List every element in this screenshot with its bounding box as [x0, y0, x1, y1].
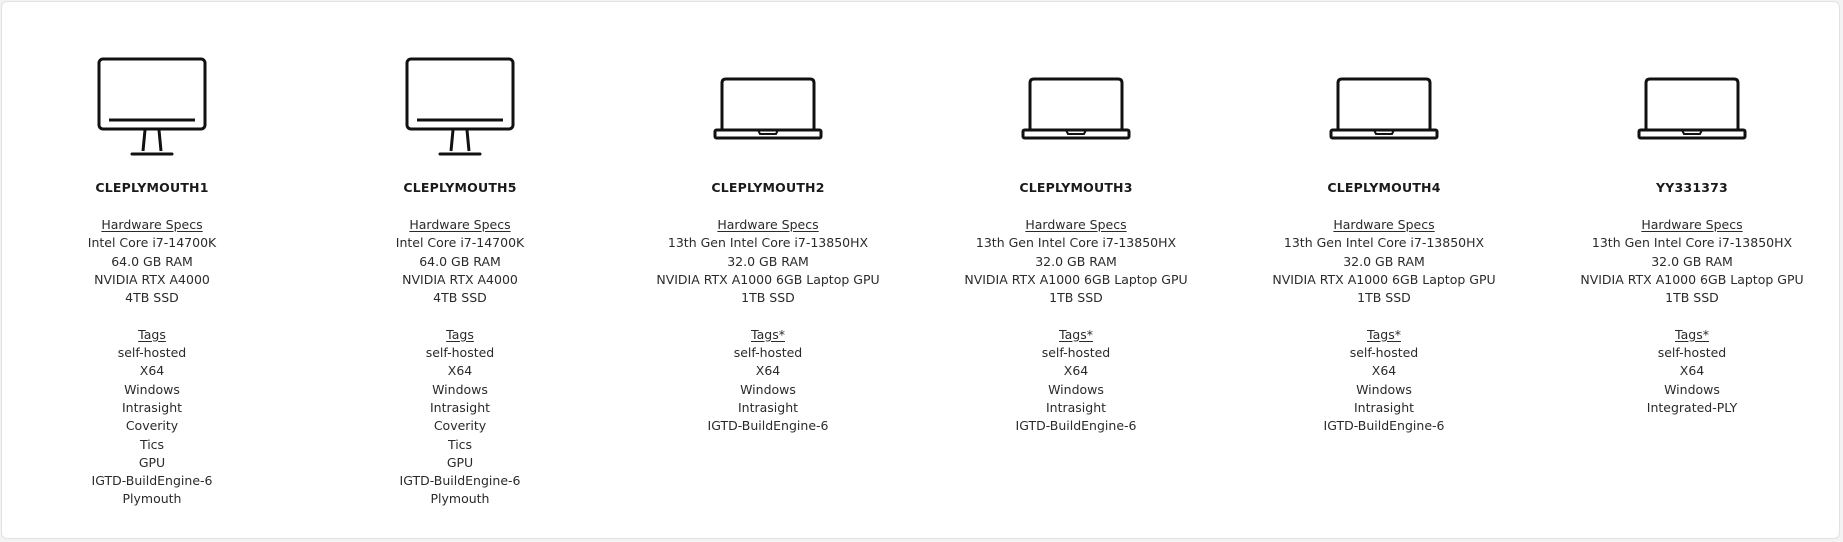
machine-info: Hardware Specs Intel Core i7-14700K 64.0…	[330, 216, 590, 509]
tag-item: Intrasight	[429, 399, 491, 415]
tag-item: Intrasight	[1045, 399, 1107, 415]
tag-item: IGTD-BuildEngine-6	[1323, 418, 1445, 434]
spec-storage: 1TB SSD	[741, 290, 795, 306]
hardware-specs-heading: Hardware Specs	[717, 217, 819, 232]
hardware-specs-heading: Hardware Specs	[1641, 217, 1743, 232]
machine-name: CLEPLYMOUTH3	[1019, 180, 1133, 195]
tag-item: self-hosted	[425, 345, 495, 361]
laptop-icon	[946, 77, 1206, 142]
tag-item: Tics	[139, 436, 165, 452]
spec-storage: 1TB SSD	[1357, 290, 1411, 306]
tags-heading: Tags	[446, 326, 474, 342]
tag-item: IGTD-BuildEngine-6	[707, 418, 829, 434]
tag-item: Windows	[124, 381, 180, 397]
tag-item: X64	[1371, 363, 1397, 379]
spec-ram: 32.0 GB RAM	[727, 253, 809, 269]
desktop-monitor-icon	[22, 57, 282, 159]
laptop-icon	[1562, 77, 1822, 142]
machine-name: YY331373	[1656, 180, 1728, 195]
tag-item: X64	[1679, 363, 1705, 379]
spec-storage: 1TB SSD	[1665, 290, 1719, 306]
tag-item: Windows	[740, 381, 796, 397]
machine-name: CLEPLYMOUTH5	[403, 180, 517, 195]
spec-storage: 4TB SSD	[433, 290, 487, 306]
tags-heading: Tags*	[1675, 326, 1709, 342]
tag-item: Windows	[1356, 381, 1412, 397]
spec-gpu: NVIDIA RTX A4000	[94, 271, 210, 287]
tag-item: Windows	[1048, 381, 1104, 397]
hardware-specs-heading: Hardware Specs	[101, 217, 203, 232]
spec-gpu: NVIDIA RTX A1000 6GB Laptop GPU	[964, 271, 1188, 287]
laptop-icon	[638, 77, 898, 142]
tag-item: Plymouth	[430, 491, 490, 507]
tags-heading: Tags*	[1059, 326, 1093, 342]
desktop-monitor-icon	[330, 57, 590, 159]
tag-item: Windows	[432, 381, 488, 397]
tag-item: Integrated-PLY	[1646, 399, 1738, 415]
spec-cpu: 13th Gen Intel Core i7-13850HX	[667, 235, 869, 251]
machine-info: Hardware Specs 13th Gen Intel Core i7-13…	[638, 216, 898, 436]
tag-item: self-hosted	[1041, 345, 1111, 361]
tag-item: Intrasight	[737, 399, 799, 415]
spec-storage: 4TB SSD	[125, 290, 179, 306]
tag-item: IGTD-BuildEngine-6	[91, 473, 213, 489]
tag-item: Coverity	[433, 418, 487, 434]
spec-gpu: NVIDIA RTX A4000	[402, 271, 518, 287]
tag-item: self-hosted	[1657, 345, 1727, 361]
machine-info: Hardware Specs 13th Gen Intel Core i7-13…	[946, 216, 1206, 436]
tag-item: Windows	[1664, 381, 1720, 397]
tag-item: Intrasight	[1353, 399, 1415, 415]
machines-panel: CLEPLYMOUTH1 Hardware Specs Intel Core i…	[1, 1, 1840, 539]
tag-item: X64	[755, 363, 781, 379]
tags-heading: Tags*	[751, 326, 785, 342]
spec-storage: 1TB SSD	[1049, 290, 1103, 306]
spec-gpu: NVIDIA RTX A1000 6GB Laptop GPU	[1272, 271, 1496, 287]
spec-cpu: 13th Gen Intel Core i7-13850HX	[975, 235, 1177, 251]
tag-item: self-hosted	[1349, 345, 1419, 361]
tag-item: Tics	[447, 436, 473, 452]
tags-heading: Tags	[138, 326, 166, 342]
machine-name: CLEPLYMOUTH4	[1327, 180, 1441, 195]
spec-cpu: 13th Gen Intel Core i7-13850HX	[1591, 235, 1793, 251]
tag-item: GPU	[446, 454, 474, 470]
spec-ram: 64.0 GB RAM	[111, 253, 193, 269]
hardware-specs-heading: Hardware Specs	[409, 217, 511, 232]
machine-name: CLEPLYMOUTH1	[95, 180, 209, 195]
spec-gpu: NVIDIA RTX A1000 6GB Laptop GPU	[656, 271, 880, 287]
spec-cpu: Intel Core i7-14700K	[87, 235, 217, 251]
tag-item: Coverity	[125, 418, 179, 434]
machine-name: CLEPLYMOUTH2	[711, 180, 825, 195]
spec-cpu: Intel Core i7-14700K	[395, 235, 525, 251]
tag-item: X64	[447, 363, 473, 379]
tag-item: Intrasight	[121, 399, 183, 415]
machine-info: Hardware Specs 13th Gen Intel Core i7-13…	[1254, 216, 1514, 436]
spec-ram: 64.0 GB RAM	[419, 253, 501, 269]
tag-item: X64	[1063, 363, 1089, 379]
tag-item: IGTD-BuildEngine-6	[1015, 418, 1137, 434]
spec-ram: 32.0 GB RAM	[1651, 253, 1733, 269]
hardware-specs-heading: Hardware Specs	[1333, 217, 1435, 232]
spec-ram: 32.0 GB RAM	[1035, 253, 1117, 269]
hardware-specs-heading: Hardware Specs	[1025, 217, 1127, 232]
spec-gpu: NVIDIA RTX A1000 6GB Laptop GPU	[1580, 271, 1804, 287]
tag-item: self-hosted	[733, 345, 803, 361]
machine-info: Hardware Specs 13th Gen Intel Core i7-13…	[1562, 216, 1822, 417]
tag-item: IGTD-BuildEngine-6	[399, 473, 521, 489]
laptop-icon	[1254, 77, 1514, 142]
tag-item: GPU	[138, 454, 166, 470]
tag-item: X64	[139, 363, 165, 379]
tag-item: Plymouth	[122, 491, 182, 507]
spec-ram: 32.0 GB RAM	[1343, 253, 1425, 269]
machine-info: Hardware Specs Intel Core i7-14700K 64.0…	[22, 216, 282, 509]
spec-cpu: 13th Gen Intel Core i7-13850HX	[1283, 235, 1485, 251]
tags-heading: Tags*	[1367, 326, 1401, 342]
tag-item: self-hosted	[117, 345, 187, 361]
